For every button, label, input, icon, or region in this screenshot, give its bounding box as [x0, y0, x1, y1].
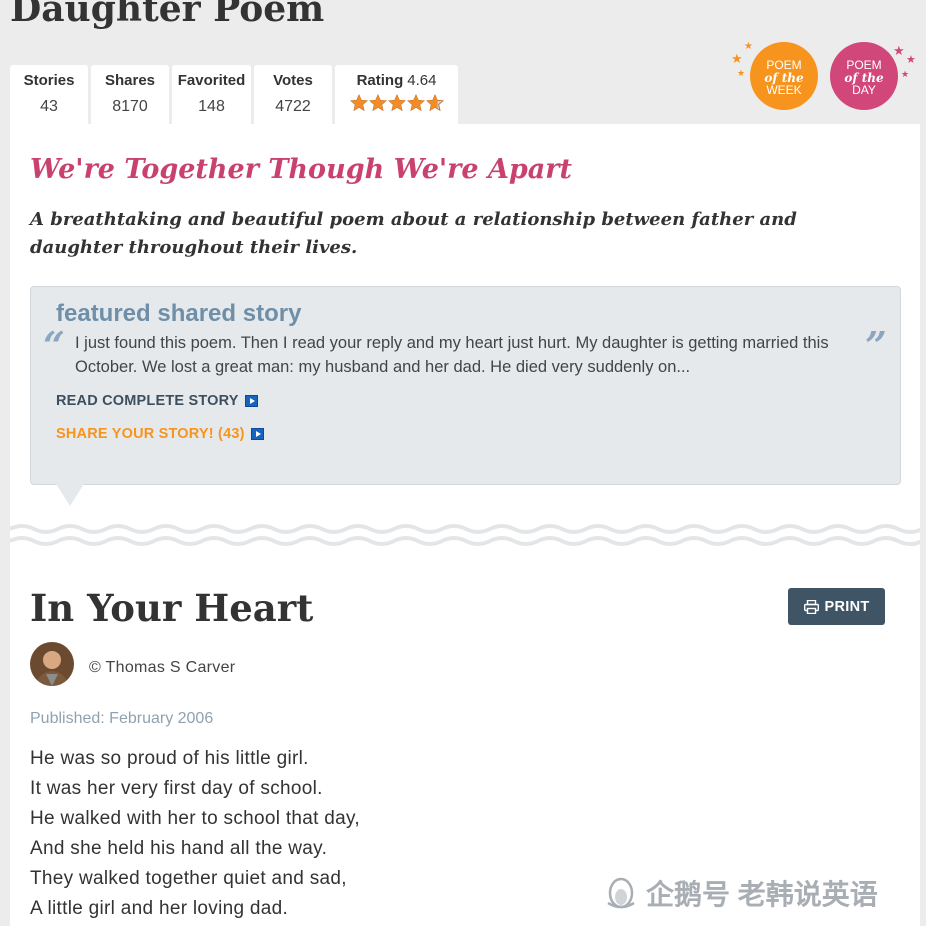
stat-value: 43: [40, 98, 58, 115]
watermark-text: 企鹅号 老韩说英语: [646, 879, 878, 910]
print-button[interactable]: PRINT: [788, 588, 885, 625]
badge-line: POEM: [766, 58, 802, 72]
star-icon[interactable]: [387, 94, 406, 112]
poem-of-the-week-badge[interactable]: POEM of the WEEK: [750, 42, 818, 110]
wavy-divider: [10, 524, 920, 546]
poem-line: A little girl and her loving dad.: [30, 898, 289, 919]
poem-line: And she held his hand all the way.: [30, 838, 328, 859]
stat-label: Shares: [104, 72, 156, 89]
stat-label: Favorited: [177, 72, 246, 89]
poem-title: In Your Heart: [30, 586, 314, 630]
poem-line: He walked with her to school that day,: [30, 808, 360, 829]
stat-label: Votes: [273, 72, 313, 89]
quote-close-icon: ”: [865, 323, 887, 368]
play-arrow-icon: [250, 428, 264, 441]
badge-line: DAY: [852, 83, 876, 97]
poem-line: He was so proud of his little girl.: [30, 748, 309, 769]
sparkle-icon: ★: [737, 68, 746, 78]
published-date: Published: February 2006: [30, 710, 214, 727]
speech-bubble-tail: [56, 484, 84, 506]
stat-votes[interactable]: Votes 4722: [254, 65, 332, 125]
poem-line: It was her very first day of school.: [30, 778, 323, 799]
penguin-logo-icon: [607, 877, 635, 909]
author-name[interactable]: © Thomas S Carver: [89, 659, 235, 677]
share-your-story-link[interactable]: SHARE YOUR STORY! (43): [56, 426, 264, 442]
stat-favorited[interactable]: Favorited 148: [172, 65, 251, 125]
poem-line: They walked together quiet and sad,: [30, 868, 347, 889]
sparkle-icon: ★: [731, 51, 743, 66]
stat-label: Stories: [23, 72, 75, 89]
watermark: 企鹅号 老韩说英语: [604, 873, 878, 913]
rating-value: 4.64: [407, 72, 437, 89]
featured-poem-title[interactable]: We're Together Though We're Apart: [30, 154, 572, 185]
author-avatar[interactable]: [30, 642, 74, 686]
poem-of-the-day-badge[interactable]: POEM of the DAY: [830, 42, 898, 110]
stat-value: 8170: [112, 98, 148, 115]
star-icon[interactable]: [368, 94, 387, 112]
sparkle-icon: ★: [906, 54, 916, 66]
printer-icon: [803, 599, 819, 614]
featured-story-box: featured shared story “ I just found thi…: [30, 286, 901, 485]
badge-line: POEM: [846, 58, 882, 72]
rating-label-row: Rating 4.64: [335, 70, 458, 92]
stat-value: 4722: [275, 98, 311, 115]
stat-value: 148: [198, 98, 225, 115]
quote-open-icon: “: [43, 323, 65, 368]
poem-body: He was so proud of his little girl. It w…: [30, 744, 360, 924]
stat-shares[interactable]: Shares 8170: [91, 65, 169, 125]
rating-stars[interactable]: [349, 94, 444, 112]
sparkle-icon: ★: [901, 69, 910, 79]
stat-rating[interactable]: Rating 4.64: [335, 65, 458, 125]
print-label: PRINT: [824, 598, 870, 615]
star-icon[interactable]: [425, 94, 444, 112]
sparkle-icon: ★: [893, 43, 905, 58]
star-icon[interactable]: [349, 94, 368, 112]
rating-label: Rating: [356, 72, 404, 89]
read-complete-story-link[interactable]: READ COMPLETE STORY: [56, 393, 258, 409]
share-link-label: SHARE YOUR STORY! (43): [56, 426, 245, 442]
star-icon[interactable]: [406, 94, 425, 112]
read-link-label: READ COMPLETE STORY: [56, 393, 239, 409]
featured-poem-description: A breathtaking and beautiful poem about …: [30, 209, 797, 258]
stats-bar: Stories 43 Shares 8170 Favorited 148 Vot…: [10, 65, 458, 125]
sparkle-icon: ★: [744, 41, 753, 52]
badge-line: WEEK: [766, 83, 802, 97]
story-heading: featured shared story: [56, 300, 302, 327]
story-excerpt: I just found this poem. Then I read your…: [75, 334, 829, 376]
stat-stories[interactable]: Stories 43: [10, 65, 88, 125]
page-title: Daughter Poem: [10, 0, 325, 30]
play-arrow-icon: [244, 395, 258, 408]
content-panel: We're Together Though We're Apart A brea…: [10, 124, 920, 926]
